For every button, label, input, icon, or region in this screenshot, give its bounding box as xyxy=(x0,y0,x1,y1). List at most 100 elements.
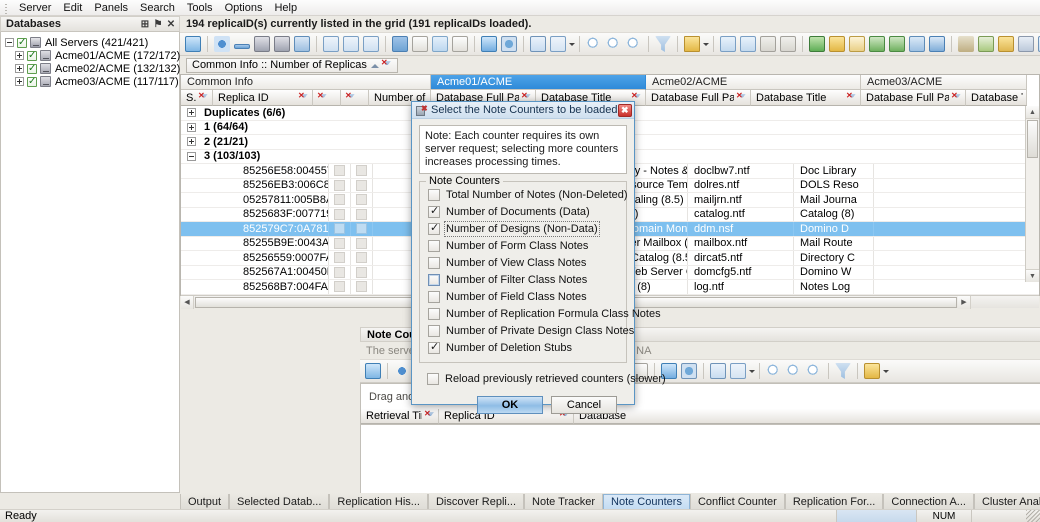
tab-replication-history[interactable]: Replication His... xyxy=(329,494,428,509)
ok-button[interactable]: OK xyxy=(477,396,543,414)
checkbox-icon[interactable] xyxy=(428,273,440,286)
cancel-button[interactable]: Cancel xyxy=(551,396,617,414)
layout-left-icon[interactable] xyxy=(323,36,339,52)
column-header-replica-id[interactable]: Replica ID xyxy=(213,90,313,106)
expander-minus-icon[interactable] xyxy=(5,38,14,47)
new-document-icon[interactable] xyxy=(849,36,865,52)
expander-plus-icon[interactable] xyxy=(187,108,196,118)
tree-item-acme03[interactable]: Acme03/ACME (117/117) xyxy=(1,75,179,88)
clear-filter-icon[interactable] xyxy=(835,363,851,379)
checkbox-icon[interactable] xyxy=(428,307,440,320)
checkbox-total-number-of-notes[interactable]: Total Number of Notes (Non-Deleted) xyxy=(428,186,628,203)
tab-output[interactable]: Output xyxy=(180,494,230,509)
copy-grid-icon[interactable] xyxy=(432,36,448,52)
column-header-acme03-path[interactable]: Database Full Path xyxy=(861,90,966,106)
replication-icon[interactable] xyxy=(869,36,885,52)
export-icon[interactable] xyxy=(481,36,497,52)
band-acme01[interactable]: Acme01/ACME xyxy=(431,75,646,90)
column-header-flag-1[interactable] xyxy=(313,90,341,106)
clear-filter-icon[interactable] xyxy=(655,36,671,52)
checkbox-icon[interactable] xyxy=(428,188,440,201)
filter-clear-icon[interactable] xyxy=(951,91,962,103)
tab-note-tracker[interactable]: Note Tracker xyxy=(524,494,604,509)
checkbox-icon[interactable] xyxy=(27,50,37,62)
remove-server-icon[interactable] xyxy=(274,36,290,52)
vertical-scroll-thumb[interactable] xyxy=(1027,120,1038,158)
open-folder-icon[interactable] xyxy=(864,363,880,379)
load-counters-icon[interactable] xyxy=(365,363,381,379)
tree-item-all-servers[interactable]: All Servers (421/421) xyxy=(1,36,179,49)
tab-connection-analyzer[interactable]: Connection A... xyxy=(883,494,974,509)
layout-split-icon[interactable] xyxy=(343,36,359,52)
menu-tools[interactable]: Tools xyxy=(181,0,219,16)
menu-help[interactable]: Help xyxy=(268,0,303,16)
checkbox-number-of-deletion-stubs[interactable]: Number of Deletion Stubs xyxy=(428,339,620,356)
checkbox-icon[interactable] xyxy=(17,37,27,49)
pin-icon[interactable]: ⚑ xyxy=(152,18,164,30)
column-header-acme02-path[interactable]: Database Full Path xyxy=(646,90,751,106)
expand-all-icon[interactable] xyxy=(720,36,736,52)
chevron-down-icon[interactable] xyxy=(702,36,709,52)
close-icon[interactable]: ✕ xyxy=(165,18,177,30)
check-all-icon[interactable] xyxy=(710,363,726,379)
expander-minus-icon[interactable] xyxy=(187,151,196,161)
scroll-right-icon[interactable]: ▶ xyxy=(958,295,971,309)
tab-selected-databases[interactable]: Selected Datab... xyxy=(229,494,330,509)
zoom-reset-icon[interactable] xyxy=(626,36,642,52)
filter-clear-icon[interactable] xyxy=(298,91,309,103)
band-acme02[interactable]: Acme02/ACME xyxy=(646,75,861,90)
scroll-up-icon[interactable]: ▲ xyxy=(1026,106,1039,119)
redo-icon[interactable] xyxy=(780,36,796,52)
note-counters-dialog[interactable]: Select the Note Counters to be loaded ✖ … xyxy=(411,101,666,414)
tab-note-counters[interactable]: Note Counters xyxy=(603,494,690,509)
checkbox-number-of-designs[interactable]: Number of Designs (Non-Data) xyxy=(428,220,620,237)
tree-item-acme02[interactable]: Acme02/ACME (132/132) xyxy=(1,62,180,75)
select-all-icon[interactable] xyxy=(392,36,408,52)
layout-right-icon[interactable] xyxy=(363,36,379,52)
checkbox-number-of-form-class-notes[interactable]: Number of Form Class Notes xyxy=(428,237,620,254)
checkbox-icon[interactable] xyxy=(427,372,439,385)
column-header-acme02-title[interactable]: Database Title xyxy=(751,90,861,106)
sort-ascending-icon[interactable] xyxy=(370,62,379,69)
column-header-acme03-title[interactable]: Database T xyxy=(966,90,1027,106)
collapse-all-icon[interactable] xyxy=(740,36,756,52)
load-databases-icon[interactable] xyxy=(185,36,201,52)
filter-clear-icon[interactable] xyxy=(317,91,328,103)
column-header-database[interactable]: Database xyxy=(574,409,1040,424)
checkbox-reload-previously-retrieved-counters[interactable]: Reload previously retrieved counters (sl… xyxy=(419,370,666,387)
grid-layout-icon[interactable] xyxy=(730,363,746,379)
chevron-down-icon[interactable] xyxy=(748,363,755,379)
expander-plus-icon[interactable] xyxy=(187,122,196,132)
menu-grip[interactable] xyxy=(3,1,11,14)
menu-server[interactable]: Server xyxy=(13,0,57,16)
discover-replicas-icon[interactable] xyxy=(909,36,925,52)
add-icon[interactable] xyxy=(394,363,410,379)
refresh-servers-icon[interactable] xyxy=(294,36,310,52)
open-folder-icon[interactable] xyxy=(684,36,700,52)
band-acme03[interactable]: Acme03/ACME xyxy=(861,75,1027,90)
checkbox-number-of-view-class-notes[interactable]: Number of View Class Notes xyxy=(428,254,620,271)
checkbox-icon[interactable] xyxy=(27,63,37,75)
server-tree[interactable]: All Servers (421/421) Acme01/ACME (172/1… xyxy=(0,32,180,493)
dialog-title-bar[interactable]: Select the Note Counters to be loaded ✖ xyxy=(412,102,634,119)
add-server-icon[interactable] xyxy=(254,36,270,52)
tab-replication-formula[interactable]: Replication For... xyxy=(784,494,884,509)
checkbox-number-of-replication-formula-class-notes[interactable]: Number of Replication Formula Class Note… xyxy=(428,305,661,322)
zoom-out-icon[interactable] xyxy=(786,363,802,379)
scroll-down-icon[interactable]: ▼ xyxy=(1026,269,1039,282)
band-common-info[interactable]: Common Info xyxy=(181,75,431,90)
settings-icon[interactable] xyxy=(681,363,697,379)
add-icon[interactable] xyxy=(214,36,230,52)
chevron-down-icon[interactable] xyxy=(882,363,889,379)
checkbox-number-of-field-class-notes[interactable]: Number of Field Class Notes xyxy=(428,288,620,305)
menu-edit[interactable]: Edit xyxy=(57,0,88,16)
connection-analyzer-icon[interactable] xyxy=(1018,36,1034,52)
tab-discover-replicas[interactable]: Discover Repli... xyxy=(427,494,525,509)
expander-plus-icon[interactable] xyxy=(15,51,24,60)
zoom-reset-icon[interactable] xyxy=(806,363,822,379)
chevron-down-icon[interactable] xyxy=(568,36,575,52)
settings-icon[interactable] xyxy=(501,36,517,52)
column-header-flag-2[interactable] xyxy=(341,90,369,106)
expander-plus-icon[interactable] xyxy=(187,137,196,147)
menu-options[interactable]: Options xyxy=(219,0,269,16)
